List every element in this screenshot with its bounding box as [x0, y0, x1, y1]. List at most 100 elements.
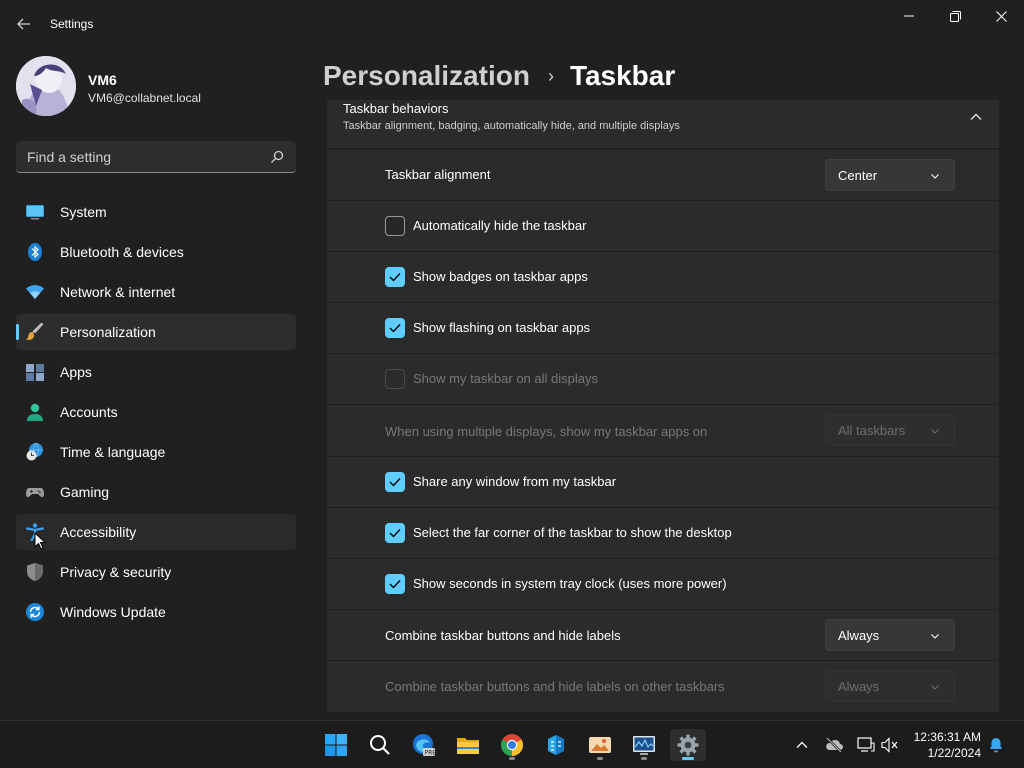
auto-hide-checkbox[interactable] [385, 216, 405, 236]
chrome-icon[interactable] [496, 729, 528, 761]
edge-beta-icon[interactable]: PRE [408, 729, 440, 761]
multi-display-dropdown[interactable]: All taskbars [825, 414, 955, 446]
network-monitor-icon[interactable] [856, 735, 876, 755]
search-icon[interactable] [270, 150, 284, 164]
file-explorer-icon[interactable] [452, 729, 484, 761]
clock-date: 1/22/2024 [927, 746, 981, 760]
chevron-down-icon [931, 634, 939, 639]
setting-row-combine: Combine taskbar buttons and hide labels … [327, 610, 999, 660]
restore-icon[interactable] [932, 0, 978, 32]
sidebar-item-time-language[interactable]: Time & language [16, 434, 296, 470]
back-arrow-icon[interactable] [12, 12, 36, 36]
combine-buttons-dropdown[interactable]: Always [825, 619, 955, 651]
performance-monitor-icon[interactable] [628, 729, 660, 761]
notification-bell-icon[interactable] [986, 735, 1006, 755]
setting-row-seconds: Show seconds in system tray clock (uses … [327, 559, 999, 609]
seconds-checkbox[interactable] [385, 574, 405, 594]
update-icon [26, 603, 44, 621]
running-indicator [597, 757, 603, 760]
app-title: Settings [50, 17, 94, 31]
sidebar-item-windows-update[interactable]: Windows Update [16, 594, 296, 630]
badges-checkbox[interactable] [385, 267, 405, 287]
shield-icon [27, 563, 43, 581]
volume-muted-icon[interactable] [880, 735, 900, 755]
brush-icon [26, 323, 44, 340]
azure-data-icon[interactable] [540, 729, 572, 761]
sidebar-item-gaming[interactable]: Gaming [16, 474, 296, 510]
setting-row-multi-display: When using multiple displays, show my ta… [327, 405, 999, 456]
checkmark-icon [389, 529, 401, 538]
running-indicator [509, 757, 515, 760]
chevron-up-icon[interactable] [969, 110, 983, 124]
taskbar: PRE 12:36:31 AM 1/22/2024 [0, 720, 1024, 768]
setting-row-flashing: Show flashing on taskbar apps [327, 303, 999, 353]
person-icon [27, 403, 43, 421]
chevron-down-icon [931, 429, 939, 434]
bluetooth-icon [28, 243, 42, 261]
sidebar-item-accessibility[interactable]: Accessibility [16, 514, 296, 550]
user-email: VM6@collabnet.local [88, 91, 201, 105]
user-profile[interactable]: VM6 VM6@collabnet.local [16, 56, 296, 118]
breadcrumb-parent[interactable]: Personalization [323, 60, 530, 92]
search-placeholder: Find a setting [27, 149, 112, 165]
settings-content: Taskbar behaviors Taskbar alignment, bad… [327, 100, 999, 712]
photos-icon[interactable] [584, 729, 616, 761]
svg-text:PRE: PRE [425, 750, 437, 757]
flashing-checkbox[interactable] [385, 318, 405, 338]
onedrive-off-icon[interactable] [824, 735, 844, 755]
clock-time: 12:36:31 AM [913, 730, 981, 744]
checkmark-icon [389, 273, 401, 282]
setting-row-auto-hide: Automatically hide the taskbar [327, 201, 999, 251]
sidebar-item-personalization[interactable]: Personalization [16, 314, 296, 350]
user-name: VM6 [88, 72, 117, 88]
page-title: Taskbar [569, 60, 676, 91]
close-icon[interactable] [978, 0, 1024, 32]
sidebar-item-bluetooth[interactable]: Bluetooth & devices [16, 234, 296, 270]
taskbar-behaviors-header[interactable]: Taskbar behaviors Taskbar alignment, bad… [327, 100, 999, 148]
chevron-up-icon[interactable] [792, 735, 812, 755]
sidebar-item-apps[interactable]: Apps [16, 354, 296, 390]
avatar [16, 56, 76, 116]
far-corner-checkbox[interactable] [385, 523, 405, 543]
combine-other-dropdown[interactable]: Always [825, 670, 955, 702]
globe-clock-icon [26, 443, 43, 461]
setting-row-far-corner: Select the far corner of the taskbar to … [327, 508, 999, 558]
selection-indicator [16, 324, 19, 340]
wifi-icon [26, 285, 44, 299]
group-title: Taskbar behaviors [343, 101, 449, 116]
search-input[interactable]: Find a setting [16, 141, 296, 173]
active-indicator [682, 757, 694, 760]
taskbar-alignment-dropdown[interactable]: Center [825, 159, 955, 191]
sidebar-item-privacy[interactable]: Privacy & security [16, 554, 296, 590]
start-icon[interactable] [320, 729, 352, 761]
share-window-checkbox[interactable] [385, 472, 405, 492]
all-displays-checkbox[interactable] [385, 369, 405, 389]
checkmark-icon [389, 580, 401, 589]
system-display-icon [26, 205, 44, 220]
gamepad-icon [26, 488, 44, 498]
title-bar: Settings [0, 0, 1024, 48]
checkmark-icon [389, 478, 401, 487]
sidebar-item-system[interactable]: System [16, 194, 296, 230]
apps-icon [26, 364, 44, 381]
minimize-icon[interactable] [886, 0, 932, 32]
breadcrumb: Personalization › Taskbar [323, 58, 675, 94]
system-clock[interactable]: 12:36:31 AM 1/22/2024 [914, 729, 981, 761]
mouse-cursor-icon [34, 532, 46, 550]
setting-row-combine-other: Combine taskbar buttons and hide labels … [327, 661, 999, 712]
settings-gear-icon[interactable] [670, 729, 706, 761]
checkmark-icon [389, 324, 401, 333]
chevron-down-icon [931, 174, 939, 179]
sidebar-item-network[interactable]: Network & internet [16, 274, 296, 310]
setting-row-badges: Show badges on taskbar apps [327, 252, 999, 302]
sidebar-nav: System Bluetooth & devices Network & int… [16, 194, 296, 634]
running-indicator [641, 757, 647, 760]
search-icon[interactable] [364, 729, 396, 761]
setting-row-all-displays: Show my taskbar on all displays [327, 354, 999, 404]
chevron-down-icon [931, 685, 939, 690]
group-subtitle: Taskbar alignment, badging, automaticall… [343, 120, 680, 132]
chevron-right-icon: › [547, 65, 554, 86]
sidebar-item-accounts[interactable]: Accounts [16, 394, 296, 430]
settings-window: Settings VM6 VM6@collabnet.local Find a [0, 0, 1024, 720]
setting-row-share-window: Share any window from my taskbar [327, 457, 999, 507]
